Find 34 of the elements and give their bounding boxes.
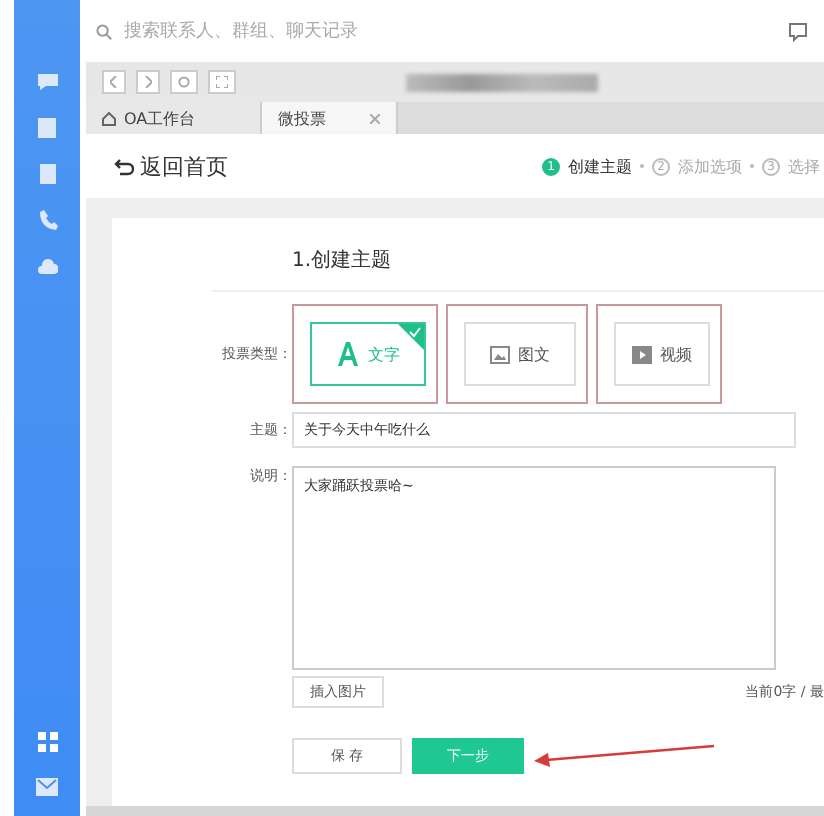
image-icon [490,345,510,363]
chat-icon[interactable] [37,72,57,92]
home-icon [102,111,116,125]
search-icon [96,23,112,39]
step-label: 选择 [788,155,820,177]
phone-icon[interactable] [37,210,57,230]
back-link[interactable]: 返回首页 [114,151,228,181]
browser-tab[interactable]: OA工作台 [86,102,262,134]
chevron-right-icon [144,76,152,88]
apps-icon[interactable] [37,732,57,752]
refresh-button[interactable] [170,70,198,94]
browser-tab[interactable]: 微投票 [262,102,398,134]
fullscreen-icon [216,76,228,88]
close-icon[interactable] [370,113,380,123]
chevron-left-icon [110,76,118,88]
cloud-icon[interactable] [37,256,57,276]
return-arrow-icon [114,157,134,175]
new-chat-icon[interactable] [788,21,808,41]
step-label: 创建主题 [568,155,632,177]
check-corner-icon [398,324,424,350]
step-label: 添加选项 [678,155,742,177]
forward-button[interactable] [136,70,160,94]
vote-type-option[interactable]: 图文 [464,322,576,386]
fullscreen-button[interactable] [208,70,236,94]
video-icon [632,345,652,363]
step-separator [750,164,754,168]
step-separator [640,164,644,168]
refresh-icon [178,76,190,88]
section-title: 1.创建主题 [212,246,824,292]
search-field[interactable]: 搜索联系人、群组、聊天记录 [120,19,780,43]
letter-a-icon [336,342,360,366]
back-button[interactable] [102,70,126,94]
vote-type-option[interactable]: 视频 [614,322,710,386]
mail-icon[interactable] [36,778,58,796]
